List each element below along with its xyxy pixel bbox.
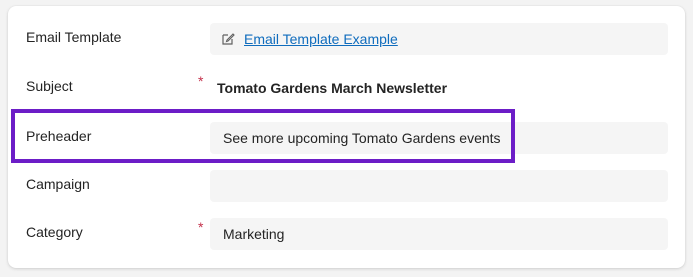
email-template-row: Email Template Email Template Example <box>8 23 685 55</box>
email-template-link[interactable]: Email Template Example <box>244 31 398 47</box>
campaign-label: Campaign <box>26 176 90 192</box>
email-template-label: Email Template <box>26 29 122 45</box>
preheader-field[interactable]: See more upcoming Tomato Gardens events <box>210 122 668 154</box>
required-marker: * <box>198 219 204 235</box>
category-field[interactable]: Marketing <box>210 218 668 250</box>
category-row: Category * Marketing <box>8 218 685 250</box>
preheader-label: Preheader <box>26 128 92 144</box>
subject-label: Subject <box>26 78 73 94</box>
subject-field[interactable]: Tomato Gardens March Newsletter <box>210 72 668 104</box>
email-template-field[interactable]: Email Template Example <box>210 23 668 55</box>
preheader-row: Preheader See more upcoming Tomato Garde… <box>8 122 685 154</box>
subject-row: Subject * Tomato Gardens March Newslette… <box>8 72 685 104</box>
edit-icon[interactable] <box>221 32 235 46</box>
required-marker: * <box>198 73 204 89</box>
campaign-row: Campaign <box>8 170 685 202</box>
email-details-form: Email Template Email Template Example Su… <box>8 6 685 268</box>
campaign-field[interactable] <box>210 170 668 202</box>
category-label: Category <box>26 224 83 240</box>
